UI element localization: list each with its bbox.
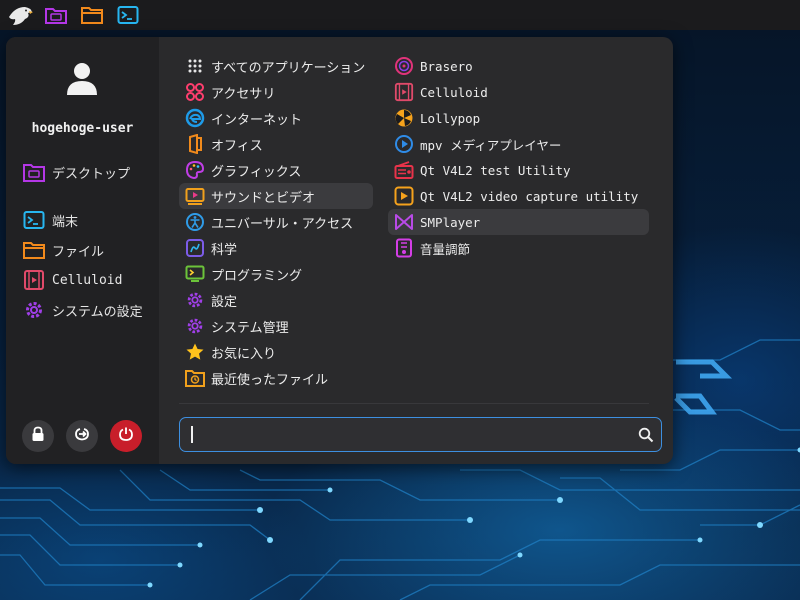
capture-icon bbox=[393, 185, 415, 207]
film-icon bbox=[393, 81, 415, 103]
power-icon bbox=[118, 426, 134, 446]
app-label: Lollypop bbox=[420, 110, 481, 126]
app-brasero[interactable]: Brasero bbox=[388, 53, 649, 79]
terminal-icon[interactable] bbox=[114, 2, 142, 28]
palette-icon bbox=[184, 159, 206, 181]
sidebar-item-label: 端末 bbox=[52, 214, 79, 230]
search-input[interactable] bbox=[180, 418, 631, 451]
top-panel bbox=[0, 0, 800, 30]
username: hogehoge-user bbox=[31, 121, 134, 136]
category-all-applications[interactable]: すべてのアプリケーション bbox=[179, 53, 373, 79]
lock-icon bbox=[31, 426, 45, 446]
divider bbox=[179, 403, 649, 404]
terminal-icon bbox=[22, 208, 46, 232]
category-recent-files[interactable]: 最近使ったファイル bbox=[179, 365, 373, 391]
user-avatar-icon bbox=[62, 59, 102, 99]
app-label: Brasero bbox=[420, 58, 473, 74]
category-graphics[interactable]: グラフィックス bbox=[179, 157, 373, 183]
sidebar-item-celluloid[interactable]: Celluloid bbox=[22, 267, 122, 293]
app-label: Celluloid bbox=[420, 84, 488, 100]
category-settings[interactable]: 設定 bbox=[179, 287, 373, 313]
app-label: 音量調節 bbox=[420, 241, 471, 257]
smplayer-icon bbox=[393, 211, 415, 233]
power-button[interactable] bbox=[110, 420, 142, 452]
gear-icon bbox=[184, 315, 206, 337]
folder-icon[interactable] bbox=[78, 2, 106, 28]
media-icon bbox=[184, 185, 206, 207]
accessories-icon bbox=[184, 81, 206, 103]
logout-icon bbox=[74, 426, 90, 446]
gear-icon bbox=[184, 289, 206, 311]
category-science[interactable]: 科学 bbox=[179, 235, 373, 261]
category-label: プログラミング bbox=[211, 268, 303, 284]
gear-icon bbox=[22, 298, 46, 322]
category-label: 最近使ったファイル bbox=[211, 372, 329, 388]
category-label: ユニバーサル・アクセス bbox=[211, 216, 354, 232]
folder-icon[interactable] bbox=[42, 2, 70, 28]
lollypop-icon bbox=[393, 107, 415, 129]
lock-button[interactable] bbox=[22, 420, 54, 452]
app-qt-v4l2-capture[interactable]: Qt V4L2 video capture utility bbox=[388, 183, 649, 209]
search-bar[interactable] bbox=[179, 417, 662, 452]
desktop-folder-icon bbox=[22, 160, 46, 184]
sidebar-item-label: デスクトップ bbox=[52, 166, 131, 182]
sidebar-item-terminal[interactable]: 端末 bbox=[22, 207, 78, 233]
category-label: システム管理 bbox=[211, 320, 289, 336]
office-icon bbox=[184, 133, 206, 155]
radio-icon bbox=[393, 159, 415, 181]
app-lollypop[interactable]: Lollypop bbox=[388, 105, 649, 131]
sidebar-item-label: Celluloid bbox=[52, 272, 123, 288]
category-label: サウンドとビデオ bbox=[211, 190, 316, 206]
category-universal-access[interactable]: ユニバーサル・アクセス bbox=[179, 209, 373, 235]
app-mpv[interactable]: mpv メディアプレイヤー bbox=[388, 131, 649, 157]
category-internet[interactable]: インターネット bbox=[179, 105, 373, 131]
category-system-administration[interactable]: システム管理 bbox=[179, 313, 373, 339]
logout-button[interactable] bbox=[66, 420, 98, 452]
accessibility-icon bbox=[184, 211, 206, 233]
category-label: 科学 bbox=[211, 242, 238, 258]
globe-icon bbox=[184, 107, 206, 129]
recent-folder-icon bbox=[184, 367, 206, 389]
category-label: オフィス bbox=[211, 138, 263, 154]
sidebar-item-label: ファイル bbox=[52, 244, 105, 260]
app-label: Qt V4L2 video capture utility bbox=[420, 188, 639, 204]
app-label: mpv メディアプレイヤー bbox=[420, 137, 562, 153]
category-accessories[interactable]: アクセサリ bbox=[179, 79, 373, 105]
app-smplayer[interactable]: SMPlayer bbox=[388, 209, 649, 235]
category-label: 設定 bbox=[211, 294, 238, 310]
grid-icon bbox=[184, 55, 206, 77]
application-menu: hogehoge-user デスクトップ 端末 ファイル Celluloid シ… bbox=[6, 37, 673, 464]
folder-icon bbox=[22, 238, 46, 262]
category-programming[interactable]: プログラミング bbox=[179, 261, 373, 287]
category-sound-and-video[interactable]: サウンドとビデオ bbox=[179, 183, 373, 209]
sidebar-item-files[interactable]: ファイル bbox=[22, 237, 104, 263]
category-label: お気に入り bbox=[211, 346, 277, 362]
eagle-logo-icon[interactable] bbox=[6, 2, 34, 28]
science-icon bbox=[184, 237, 206, 259]
mixer-icon bbox=[393, 237, 415, 259]
play-icon bbox=[393, 133, 415, 155]
app-label: Qt V4L2 test Utility bbox=[420, 162, 571, 178]
film-icon bbox=[22, 268, 46, 292]
category-label: インターネット bbox=[211, 112, 303, 128]
text-caret bbox=[191, 426, 193, 443]
category-label: すべてのアプリケーション bbox=[211, 60, 366, 76]
menu-sidebar: hogehoge-user デスクトップ 端末 ファイル Celluloid シ… bbox=[6, 37, 159, 464]
sidebar-item-desktop[interactable]: デスクトップ bbox=[22, 159, 130, 185]
category-office[interactable]: オフィス bbox=[179, 131, 373, 157]
app-celluloid[interactable]: Celluloid bbox=[388, 79, 649, 105]
category-favorites[interactable]: お気に入り bbox=[179, 339, 373, 365]
disc-icon bbox=[393, 55, 415, 77]
sidebar-item-label: システムの設定 bbox=[52, 304, 143, 320]
category-label: アクセサリ bbox=[211, 86, 276, 102]
category-label: グラフィックス bbox=[211, 164, 302, 180]
sidebar-item-system-settings[interactable]: システムの設定 bbox=[22, 297, 143, 323]
app-label: SMPlayer bbox=[420, 214, 481, 230]
search-icon[interactable] bbox=[631, 420, 661, 450]
star-icon bbox=[184, 341, 206, 363]
app-qt-v4l2-test[interactable]: Qt V4L2 test Utility bbox=[388, 157, 649, 183]
app-volume-control[interactable]: 音量調節 bbox=[388, 235, 649, 261]
programming-icon bbox=[184, 263, 206, 285]
